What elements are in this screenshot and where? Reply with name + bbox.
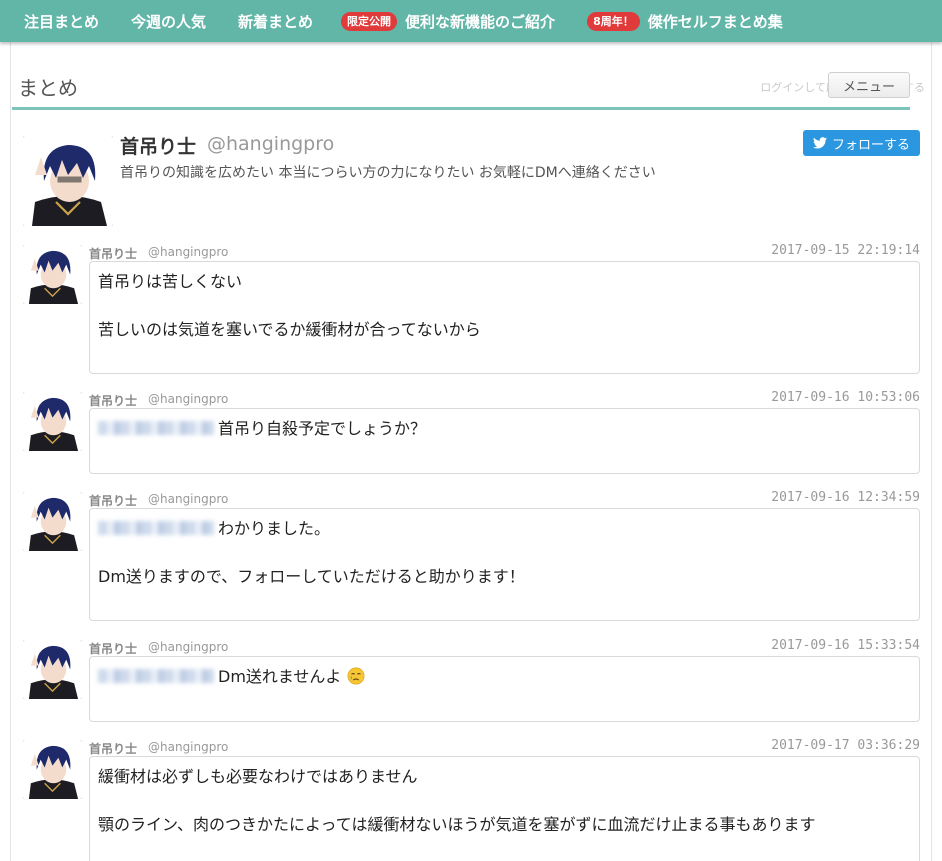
crying-face-emoji-icon <box>347 667 364 685</box>
nav-item-label: 今週の人気 <box>131 12 207 31</box>
section-title: まとめ <box>18 76 78 100</box>
tweet-body: わかりました。 Dm送りますので、フォローしていただけると助かります！ <box>89 508 920 621</box>
avatar-illustration <box>23 640 82 699</box>
tweet-author-handle[interactable]: @hangingpro <box>148 492 228 506</box>
tweet-author-name: 首吊り士 <box>89 394 138 408</box>
tweet-author-name: 首吊り士 <box>89 742 138 756</box>
menu-button[interactable]: メニュー <box>828 72 910 98</box>
tweet-author-name: 首吊り士 <box>89 494 138 508</box>
twitter-bird-icon <box>812 137 827 149</box>
avatar[interactable] <box>23 392 82 451</box>
nav-item-weekly-popular[interactable]: 今週の人気 <box>131 11 206 32</box>
tweet-body: 首吊りは苦しくない 苦しいのは気道を塞いでるか緩衝材が合ってないから <box>89 261 920 374</box>
tweet-text: Dm送れませんよ <box>218 667 342 686</box>
tweet-timestamp[interactable]: 2017-09-16 10:53:06 <box>771 390 920 405</box>
tweet-text: 苦しいのは気道を塞いでるか緩衝材が合ってないから <box>98 320 481 339</box>
tweet-author-handle[interactable]: @hangingpro <box>148 740 228 754</box>
anniversary-badge: 8周年！ <box>587 11 640 31</box>
list-item: 首吊り士 @hangingpro 2017-09-16 12:34:59 わかり… <box>23 490 920 624</box>
profile-card: 首吊り士 @hangingpro 首吊りの知識を広めたい 本当につらい方の力にな… <box>23 130 920 230</box>
tweet-author-handle[interactable]: @hangingpro <box>148 392 228 406</box>
tweet-text: 顎のライン、肉のつきかたによっては緩衝材ないほうが気道を塞がずに血流だけ止まる事… <box>98 815 816 834</box>
section-header: まとめ メニュー <box>12 60 910 110</box>
top-navigation: 注目まとめ 今週の人気 新着まとめ 限定公開 便利な新機能のご紹介 8周年！ 傑… <box>0 0 942 42</box>
tweet-text: 首吊りは苦しくない <box>98 272 243 291</box>
nav-item-new-features[interactable]: 限定公開 便利な新機能のご紹介 <box>341 11 555 32</box>
nav-item-new[interactable]: 新着まとめ <box>238 11 313 32</box>
nav-item-label: 注目まとめ <box>24 12 100 31</box>
tweet-timestamp[interactable]: 2017-09-16 15:33:54 <box>771 638 920 653</box>
list-item: 首吊り士 @hangingpro 2017-09-17 03:36:29 緩衝材… <box>23 738 920 861</box>
tweet-timestamp[interactable]: 2017-09-17 03:36:29 <box>771 738 920 753</box>
list-item: 首吊り士 @hangingpro 2017-09-15 22:19:14 首吊り… <box>23 243 920 375</box>
nav-item-label: 便利な新機能のご紹介 <box>405 12 556 31</box>
profile-bio: 首吊りの知識を広めたい 本当につらい方の力になりたい お気軽にDMへ連絡ください <box>120 165 656 181</box>
avatar-illustration <box>23 740 82 799</box>
tweet-author-handle[interactable]: @hangingpro <box>148 245 228 259</box>
avatar[interactable] <box>23 492 82 551</box>
avatar[interactable] <box>23 245 82 304</box>
redacted-mention <box>98 669 214 683</box>
avatar-illustration <box>23 136 113 226</box>
tweet-timestamp[interactable]: 2017-09-16 12:34:59 <box>771 490 920 505</box>
tweet-body: 首吊り自殺予定でしょうか？ <box>89 408 920 474</box>
follow-label: フォローする <box>831 137 910 153</box>
avatar[interactable] <box>23 640 82 699</box>
tweet-author-handle[interactable]: @hangingpro <box>148 640 228 654</box>
redacted-mention <box>98 421 214 435</box>
follow-button[interactable]: フォローする <box>802 130 920 156</box>
avatar[interactable] <box>23 136 113 226</box>
nav-item-self-collection[interactable]: 8周年！ 傑作セルフまとめ集 <box>587 11 783 32</box>
limited-badge: 限定公開 <box>341 11 398 31</box>
nav-item-label: 新着まとめ <box>238 12 314 31</box>
tweet-text: 緩衝材は必ずしも必要なわけではありません <box>98 767 418 786</box>
tweet-text: Dm送りますので、フォローしていただけると助かります！ <box>98 567 525 586</box>
nav-item-featured[interactable]: 注目まとめ <box>24 11 99 32</box>
profile-name: 首吊り士 <box>120 136 197 158</box>
tweet-body: Dm送れませんよ <box>89 656 920 722</box>
tweet-timestamp[interactable]: 2017-09-15 22:19:14 <box>771 243 920 258</box>
tweet-author-name: 首吊り士 <box>89 642 138 656</box>
avatar[interactable] <box>23 740 82 799</box>
tweet-text: 首吊り自殺予定でしょうか？ <box>218 419 427 438</box>
nav-item-label: 傑作セルフまとめ集 <box>647 12 783 31</box>
tweet-body: 緩衝材は必ずしも必要なわけではありません 顎のライン、肉のつきかたによっては緩衝… <box>89 756 920 861</box>
list-item: 首吊り士 @hangingpro 2017-09-16 15:33:54 Dm送… <box>23 638 920 724</box>
redacted-mention <box>98 521 214 535</box>
list-item: 首吊り士 @hangingpro 2017-09-16 10:53:06 首吊り… <box>23 390 920 476</box>
tweet-text: わかりました。 <box>218 519 331 538</box>
avatar-illustration <box>23 492 82 551</box>
avatar-illustration <box>23 245 82 304</box>
avatar-illustration <box>23 392 82 451</box>
tweet-author-name: 首吊り士 <box>89 247 138 261</box>
profile-handle[interactable]: @hangingpro <box>207 133 334 155</box>
